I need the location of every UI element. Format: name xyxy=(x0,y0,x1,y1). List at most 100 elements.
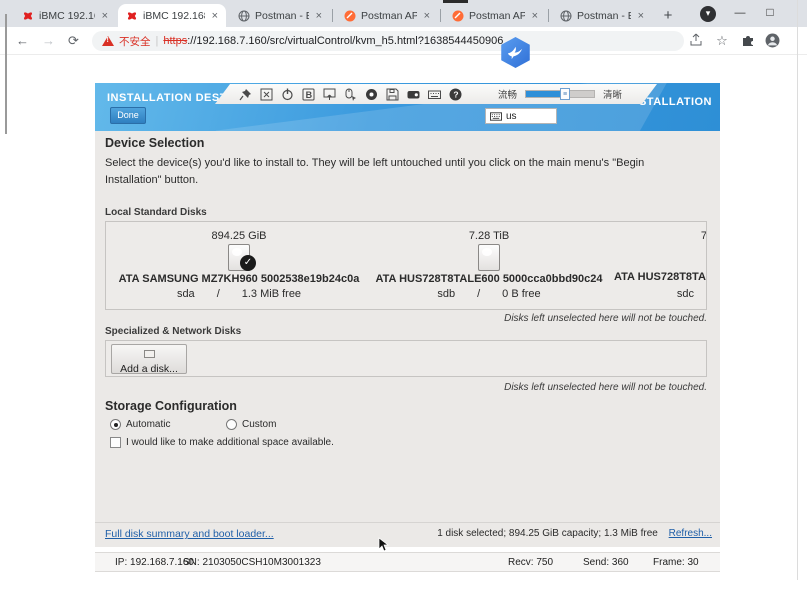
globe-icon xyxy=(238,10,250,22)
disk-sdb[interactable]: 7.28 TiB ATA HUS728T8TALE600 5000cca0bbd… xyxy=(364,222,614,309)
installer-content: Device Selection Select the device(s) yo… xyxy=(95,131,720,547)
tab-close-icon[interactable]: × xyxy=(422,10,432,22)
keyboard-icon[interactable] xyxy=(428,88,441,101)
omnibox-separator: | xyxy=(156,35,159,47)
star-icon[interactable]: ☆ xyxy=(714,33,730,49)
installer-title-right: STALLATION xyxy=(639,96,712,108)
share-icon[interactable] xyxy=(688,33,704,49)
tab-postman-api-1[interactable]: Postman API Platfo × xyxy=(336,4,438,27)
b-key-icon[interactable]: B xyxy=(302,88,315,101)
tab-title: Postman - Browse xyxy=(577,10,631,22)
tab-postman-api-2[interactable]: Postman API Platfo × xyxy=(444,4,546,27)
power-icon[interactable] xyxy=(281,88,294,101)
hard-disk-icon xyxy=(478,244,500,271)
selected-check-icon: ✓ xyxy=(240,255,256,271)
window-minimize-button[interactable]: — xyxy=(730,4,750,22)
selection-summary: 1 disk selected; 894.25 GiB capacity; 1.… xyxy=(437,528,658,539)
add-disk-button[interactable]: Add a disk... xyxy=(111,344,187,374)
bottom-separator xyxy=(95,522,720,523)
tab-ibmc-2-active[interactable]: iBMC 192.168.7.16 × xyxy=(118,4,226,27)
postman-icon xyxy=(344,10,356,22)
window-maximize-button[interactable]: □ xyxy=(760,2,780,22)
keyboard-layout-indicator[interactable]: us xyxy=(485,108,557,124)
additional-space-checkbox[interactable] xyxy=(110,437,121,448)
specialized-disks-panel: Add a disk... xyxy=(105,340,707,377)
tab-separator xyxy=(440,9,441,22)
puzzle-icon[interactable] xyxy=(740,33,756,49)
svg-text:B: B xyxy=(306,89,313,99)
status-sn: SN: 2103050CSH10M3001323 xyxy=(183,557,321,568)
ibmc-icon xyxy=(22,10,34,22)
specialized-disks-label: Specialized & Network Disks xyxy=(105,326,241,337)
help-icon[interactable]: ? xyxy=(449,88,462,101)
device-selection-description: Select the device(s) you'd like to insta… xyxy=(105,155,701,189)
reload-button[interactable]: ⟳ xyxy=(68,33,79,49)
tab-title: iBMC 192.168.7.16 xyxy=(39,10,95,22)
radio-custom[interactable] xyxy=(226,419,237,430)
address-bar[interactable]: 不安全 | https://192.168.7.160/src/virtualC… xyxy=(92,31,684,51)
tab-title: iBMC 192.168.7.16 xyxy=(143,10,205,22)
keyboard-layout-icon xyxy=(490,112,502,121)
disk-name: ATA HUS728T8TAL xyxy=(614,271,707,283)
extension-circle-icon[interactable]: ▾ xyxy=(700,6,716,22)
globe-icon xyxy=(560,10,572,22)
radio-automatic[interactable] xyxy=(110,419,121,430)
pin-icon[interactable] xyxy=(239,88,252,101)
done-button[interactable]: Done xyxy=(110,107,146,124)
back-button[interactable]: ← xyxy=(16,33,29,48)
url-text: ://192.168.7.160/src/virtualControl/kvm_… xyxy=(187,35,503,47)
kvm-toolbar: B ? 流畅 ≡ 清晰 xyxy=(215,84,657,104)
disk-sep: / xyxy=(217,288,220,300)
device-selection-title: Device Selection xyxy=(105,136,204,150)
security-warning-icon xyxy=(102,36,114,46)
record-icon[interactable] xyxy=(365,88,378,101)
refresh-link[interactable]: Refresh... xyxy=(669,528,712,539)
add-disk-icon xyxy=(144,350,155,358)
add-disk-label: Add a disk... xyxy=(112,363,186,375)
save-icon[interactable] xyxy=(386,88,399,101)
tab-separator xyxy=(548,9,549,22)
tab-title: Postman - Browse xyxy=(255,10,309,22)
unselected-note: Disks left unselected here will not be t… xyxy=(504,313,707,324)
full-disk-summary-link[interactable]: Full disk summary and boot loader... xyxy=(105,528,274,540)
tab-close-icon[interactable]: × xyxy=(636,10,646,22)
local-disks-label: Local Standard Disks xyxy=(105,207,207,218)
tab-strip: iBMC 192.168.7.16 × iBMC 192.168.7.16 × … xyxy=(0,0,807,27)
disk-size: 7.28 TiB xyxy=(364,230,614,242)
tab-postman-browse-1[interactable]: Postman - Browse × xyxy=(230,4,330,27)
local-disks-panel: 894.25 GiB ✓ ATA SAMSUNG MZ7KH960 500253… xyxy=(105,221,707,310)
tab-postman-browse-2[interactable]: Postman - Browse × xyxy=(552,4,652,27)
forward-button[interactable]: → xyxy=(42,33,55,48)
disk-sda[interactable]: 894.25 GiB ✓ ATA SAMSUNG MZ7KH960 500253… xyxy=(114,222,364,309)
ibmc-icon xyxy=(126,10,138,22)
disk-sdc[interactable]: 7 ATA HUS728T8TAL sdc xyxy=(614,222,707,309)
storage-config-title: Storage Configuration xyxy=(105,399,237,413)
status-frame: Frame: 30 xyxy=(653,557,699,568)
url-scheme: https xyxy=(163,35,187,47)
window-right-edge xyxy=(797,0,798,580)
svg-text:?: ? xyxy=(453,89,458,99)
new-tab-button[interactable]: + xyxy=(658,6,678,26)
tab-separator xyxy=(332,9,333,22)
fullscreen-icon[interactable] xyxy=(260,88,273,101)
screen-capture-icon[interactable] xyxy=(323,88,336,101)
top-dark-strip xyxy=(443,0,468,3)
disk-name: ATA SAMSUNG MZ7KH960 5002538e19b24c0a xyxy=(114,273,364,285)
mouse-icon[interactable] xyxy=(344,88,357,101)
tab-close-icon[interactable]: × xyxy=(210,10,220,22)
quality-slider-handle[interactable]: ≡ xyxy=(560,88,570,100)
quality-slider[interactable]: ≡ xyxy=(525,90,595,98)
window-left-edge xyxy=(5,14,7,134)
status-send: Send: 360 xyxy=(583,557,629,568)
avatar-icon[interactable] xyxy=(764,33,780,49)
tab-close-icon[interactable]: × xyxy=(100,10,110,22)
media-icon[interactable] xyxy=(407,88,420,101)
security-warning-label: 不安全 xyxy=(119,34,151,49)
tab-close-icon[interactable]: × xyxy=(530,10,540,22)
tab-close-icon[interactable]: × xyxy=(314,10,324,22)
unselected-note-2: Disks left unselected here will not be t… xyxy=(504,382,707,393)
installer-title: INSTALLATION DEST xyxy=(107,92,227,104)
disk-size: 894.25 GiB xyxy=(114,230,364,242)
postman-icon xyxy=(452,10,464,22)
tab-ibmc-1[interactable]: iBMC 192.168.7.16 × xyxy=(14,4,116,27)
